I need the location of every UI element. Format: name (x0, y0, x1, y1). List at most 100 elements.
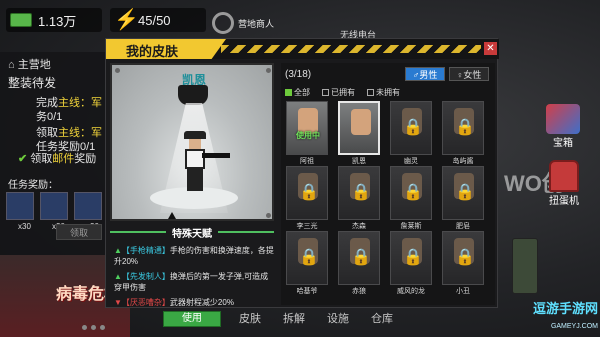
skin-card[interactable]: 🔒 (286, 166, 328, 220)
quest-group-title: 整装待发 (8, 76, 57, 90)
corner-dot (266, 213, 271, 218)
treasure-chest-label: 宝箱 (553, 138, 573, 149)
hazard-stripe (221, 45, 481, 53)
skin-name: 哈基爷 (296, 288, 318, 295)
lightning-bolt-icon: ⚡ (114, 9, 139, 31)
reward-count: x30 (18, 222, 31, 231)
camp-merchant-button[interactable]: 营地商人 (212, 12, 274, 34)
female-filter-button[interactable]: ♀女性 (449, 67, 489, 81)
modal-title: 我的皮肤 (126, 44, 179, 59)
lock-icon: 🔒 (455, 249, 475, 266)
skin-modal: 我的皮肤 ✕ 凯恩 特殊天赋 ▲【手枪精通】手枪的伤害和换弹速度，各提升20% … (105, 38, 499, 327)
quest-3-tail: 奖励 (74, 153, 97, 165)
lock-icon: 🔒 (351, 249, 371, 266)
ownership-filters: 全部 已拥有 未拥有 (285, 87, 400, 98)
skin-card[interactable]: 🔒 (390, 231, 432, 285)
quest-panel: 主营地 整装待发 完成主线：军 务0/1 领取主线：军 任务奖励0/1 ✔ 领取… (0, 52, 106, 272)
gacha-button[interactable]: 扭蛋机 (542, 160, 586, 207)
energy-value: 45/50 (138, 12, 171, 28)
watermark-title: 逗游手游网 (532, 301, 598, 316)
reward-item-icon[interactable] (74, 192, 102, 220)
reward-item-icon[interactable] (40, 192, 68, 220)
use-skin-button[interactable]: 使用 (163, 311, 221, 327)
skin-name: 幽灵 (404, 158, 418, 165)
cube-icon (546, 104, 580, 134)
skin-card[interactable]: 🔒 (442, 231, 484, 285)
quest-1-progress: 务0/1 (36, 111, 63, 123)
quest-1-highlight: 主线： (58, 97, 91, 109)
skin-card[interactable]: 🔒 (390, 166, 432, 220)
game-screen: 1.13万 ⚡ 45/50 营地商人 无线电台 主营地 整装待发 完成主线：军 … (0, 0, 600, 337)
lock-icon: 🔒 (403, 184, 423, 201)
skin-name: 杰森 (352, 223, 366, 230)
nav-warehouse[interactable]: 仓库 (371, 310, 393, 326)
skin-detail-section: 凯恩 特殊天赋 ▲【手枪精通】手枪的伤害和换弹速度，各提升20% ▲【先发制人】… (110, 63, 278, 327)
site-watermark: 逗游手游网 GAMEYJ.COM (500, 300, 598, 334)
quest-3-prefix: 领取 (30, 153, 53, 165)
skin-card[interactable]: 🔒 (338, 231, 380, 285)
skin-name: 小丑 (456, 288, 470, 295)
quest-3-highlight: 邮件 (52, 153, 75, 165)
camp-title: 主营地 (8, 56, 51, 72)
male-filter-button[interactable]: ♂男性 (405, 67, 445, 81)
lock-icon: 🔒 (403, 249, 423, 266)
talent-item: ▲【手枪精通】手枪的伤害和换弹速度，各提升20% (114, 246, 274, 266)
lock-icon: 🔒 (455, 184, 475, 201)
claim-reward-button[interactable]: 领取 (56, 224, 102, 240)
banner-page-dots (82, 325, 105, 330)
bottom-nav: 邮箱 皮肤 拆解 设施 仓库 (195, 310, 393, 326)
skin-name: 凯恩 (352, 158, 366, 165)
character-preview: 凯恩 (110, 63, 274, 221)
skin-name: 李三光 (296, 223, 318, 230)
in-use-badge: 使用中 (296, 131, 320, 140)
character-figure (180, 131, 230, 191)
skin-list-section: (3/18) ♂男性 ♀女性 全部 已拥有 未拥有 使用中 阿祖 凯恩 🔒 幽灵 🔒 岛屿酱… (281, 63, 495, 305)
skin-card[interactable]: 🔒 (286, 231, 328, 285)
skin-count: (3/18) (285, 69, 312, 80)
skin-card[interactable]: 🔒 (338, 166, 380, 220)
lock-icon: 🔒 (299, 249, 319, 266)
treasure-chest-button[interactable]: 宝箱 (542, 104, 584, 149)
money-value: 1.13万 (38, 13, 77, 29)
quest-item-3[interactable]: ✔ 领取邮件奖励 (18, 150, 96, 166)
skin-card[interactable]: 🔒 (390, 101, 432, 155)
checkbox-icon (367, 89, 374, 96)
checkbox-icon (322, 89, 329, 96)
money-display: 1.13万 (6, 8, 102, 32)
skin-name: 詹莱斯 (400, 223, 422, 230)
spotlight-icon (178, 85, 208, 105)
skin-card[interactable]: 🔒 (442, 166, 484, 220)
skin-name: 赤狼 (352, 288, 366, 295)
skin-card[interactable]: 使用中 (286, 101, 328, 155)
lock-icon: 🔒 (455, 119, 475, 136)
check-icon: ✔ (18, 153, 28, 165)
energy-display: ⚡ 45/50 (110, 8, 206, 32)
skin-name: 阿祖 (300, 158, 314, 165)
skin-name: 肥皂 (456, 223, 470, 230)
reward-item-icon[interactable] (6, 192, 34, 220)
nav-dismantle[interactable]: 拆解 (283, 310, 305, 326)
checkbox-icon (285, 89, 292, 96)
filter-owned[interactable]: 已拥有 (322, 87, 355, 98)
talent-item: ▼【厌恶嘈杂】武器射程减少20% (114, 298, 234, 307)
nav-skins[interactable]: 皮肤 (239, 310, 261, 326)
character-portrait (351, 109, 371, 135)
lock-icon: 🔒 (351, 184, 371, 201)
talent-item: ▲【先发制人】换弹后的第一发子弹,可造成穿甲伤害 (114, 272, 269, 292)
filter-all[interactable]: 全部 (285, 87, 310, 98)
lock-icon: 🔒 (403, 119, 423, 136)
quest-1-tail: 军 (91, 97, 102, 109)
talent-title: 特殊天赋 (172, 228, 212, 240)
nav-facilities[interactable]: 设施 (327, 310, 349, 326)
filter-not-owned[interactable]: 未拥有 (367, 87, 400, 98)
modal-header: 我的皮肤 ✕ (106, 39, 499, 59)
skin-card[interactable]: 🔒 (442, 101, 484, 155)
gear-icon (212, 12, 234, 34)
skin-card[interactable] (338, 101, 380, 155)
quest-reward-label: 任务奖励： (8, 180, 58, 191)
close-button[interactable]: ✕ (484, 42, 497, 55)
talent-header: 特殊天赋 (110, 225, 274, 240)
talent-list: ▲【手枪精通】手枪的伤害和换弹速度，各提升20% ▲【先发制人】换弹后的第一发子… (114, 245, 274, 312)
marker-icon (168, 212, 176, 219)
walkie-talkie-icon[interactable] (512, 238, 538, 294)
